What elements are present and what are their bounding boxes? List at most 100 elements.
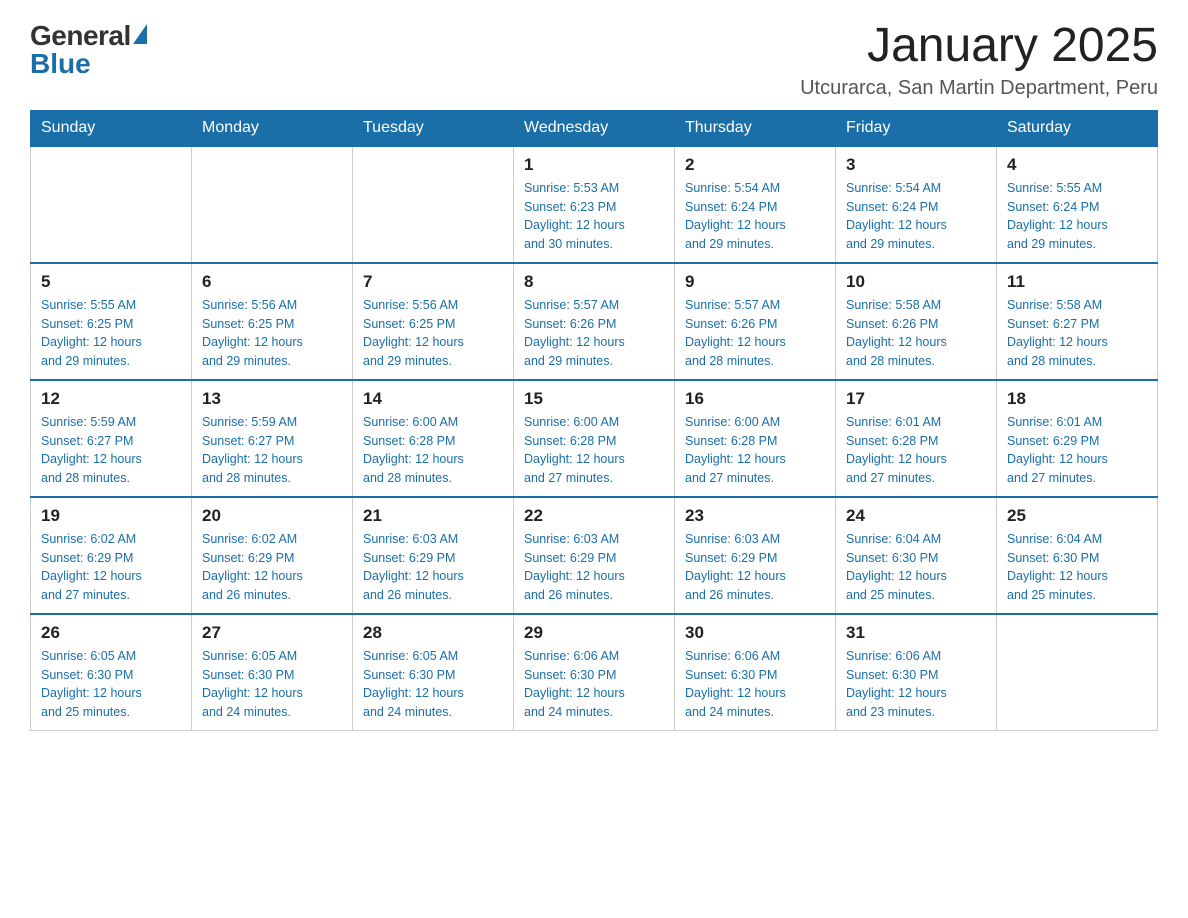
calendar-cell: 28 Sunrise: 6:05 AM Sunset: 6:30 PM Dayli… (353, 614, 514, 731)
day-info: Sunrise: 6:04 AM Sunset: 6:30 PM Dayligh… (846, 530, 986, 605)
title-section: January 2025 Utcurarca, San Martin Depar… (800, 20, 1158, 100)
day-number: 5 (41, 272, 181, 292)
header: General Blue January 2025 Utcurarca, San… (30, 20, 1158, 100)
logo-blue-text: Blue (30, 48, 91, 80)
calendar-week-5: 26 Sunrise: 6:05 AM Sunset: 6:30 PM Dayli… (31, 614, 1158, 731)
calendar-cell: 2 Sunrise: 5:54 AM Sunset: 6:24 PM Daylig… (675, 146, 836, 263)
day-info: Sunrise: 6:00 AM Sunset: 6:28 PM Dayligh… (363, 413, 503, 488)
calendar-cell: 15Sunrise: 6:00 AM Sunset: 6:28 PM Dayli… (514, 380, 675, 497)
day-number: 19 (41, 506, 181, 526)
calendar-cell: 10 Sunrise: 5:58 AM Sunset: 6:26 PM Dayli… (836, 263, 997, 380)
day-number: 13 (202, 389, 342, 409)
calendar-cell (31, 146, 192, 263)
day-number: 2 (685, 155, 825, 175)
calendar-cell (997, 614, 1158, 731)
day-header-tuesday: Tuesday (353, 110, 514, 146)
calendar-week-4: 19 Sunrise: 6:02 AM Sunset: 6:29 PM Dayli… (31, 497, 1158, 614)
calendar-cell: 27 Sunrise: 6:05 AM Sunset: 6:30 PM Dayli… (192, 614, 353, 731)
calendar-cell: 8 Sunrise: 5:57 AM Sunset: 6:26 PM Daylig… (514, 263, 675, 380)
day-number: 1 (524, 155, 664, 175)
day-info: Sunrise: 6:04 AM Sunset: 6:30 PM Dayligh… (1007, 530, 1147, 605)
calendar-cell: 4 Sunrise: 5:55 AM Sunset: 6:24 PM Daylig… (997, 146, 1158, 263)
day-number: 12 (41, 389, 181, 409)
day-number: 9 (685, 272, 825, 292)
day-number: 21 (363, 506, 503, 526)
calendar-cell: 13 Sunrise: 5:59 AM Sunset: 6:27 PM Dayli… (192, 380, 353, 497)
calendar-cell: 16 Sunrise: 6:00 AM Sunset: 6:28 PM Dayli… (675, 380, 836, 497)
calendar-title: January 2025 (800, 20, 1158, 73)
day-number: 24 (846, 506, 986, 526)
day-number: 28 (363, 623, 503, 643)
day-number: 25 (1007, 506, 1147, 526)
day-number: 7 (363, 272, 503, 292)
day-info: Sunrise: 6:05 AM Sunset: 6:30 PM Dayligh… (202, 647, 342, 722)
calendar-cell: 9 Sunrise: 5:57 AM Sunset: 6:26 PM Daylig… (675, 263, 836, 380)
day-number: 29 (524, 623, 664, 643)
day-info: Sunrise: 6:03 AM Sunset: 6:29 PM Dayligh… (363, 530, 503, 605)
day-info: Sunrise: 5:54 AM Sunset: 6:24 PM Dayligh… (685, 179, 825, 254)
calendar-cell: 14 Sunrise: 6:00 AM Sunset: 6:28 PM Dayli… (353, 380, 514, 497)
day-info: Sunrise: 5:59 AM Sunset: 6:27 PM Dayligh… (202, 413, 342, 488)
day-info: Sunrise: 6:06 AM Sunset: 6:30 PM Dayligh… (524, 647, 664, 722)
calendar-week-3: 12 Sunrise: 5:59 AM Sunset: 6:27 PM Dayli… (31, 380, 1158, 497)
day-info: Sunrise: 5:56 AM Sunset: 6:25 PM Dayligh… (202, 296, 342, 371)
day-number: 20 (202, 506, 342, 526)
logo: General Blue (30, 20, 147, 80)
day-number: 30 (685, 623, 825, 643)
day-info: Sunrise: 6:05 AM Sunset: 6:30 PM Dayligh… (363, 647, 503, 722)
day-number: 14 (363, 389, 503, 409)
calendar-cell: 31 Sunrise: 6:06 AM Sunset: 6:30 PM Dayli… (836, 614, 997, 731)
days-of-week-row: SundayMondayTuesdayWednesdayThursdayFrid… (31, 110, 1158, 146)
day-number: 26 (41, 623, 181, 643)
calendar-cell: 20 Sunrise: 6:02 AM Sunset: 6:29 PM Dayli… (192, 497, 353, 614)
logo-triangle-icon (133, 24, 147, 44)
day-info: Sunrise: 6:02 AM Sunset: 6:29 PM Dayligh… (41, 530, 181, 605)
day-number: 3 (846, 155, 986, 175)
calendar-subtitle: Utcurarca, San Martin Department, Peru (800, 77, 1158, 100)
day-header-sunday: Sunday (31, 110, 192, 146)
calendar-cell: 24 Sunrise: 6:04 AM Sunset: 6:30 PM Dayli… (836, 497, 997, 614)
day-number: 16 (685, 389, 825, 409)
calendar-cell: 12 Sunrise: 5:59 AM Sunset: 6:27 PM Dayli… (31, 380, 192, 497)
day-number: 8 (524, 272, 664, 292)
calendar-cell: 11Sunrise: 5:58 AM Sunset: 6:27 PM Dayli… (997, 263, 1158, 380)
day-number: 18 (1007, 389, 1147, 409)
day-header-thursday: Thursday (675, 110, 836, 146)
calendar-body: 1 Sunrise: 5:53 AM Sunset: 6:23 PM Daylig… (31, 146, 1158, 731)
calendar-week-1: 1 Sunrise: 5:53 AM Sunset: 6:23 PM Daylig… (31, 146, 1158, 263)
day-info: Sunrise: 6:03 AM Sunset: 6:29 PM Dayligh… (685, 530, 825, 605)
calendar-table: SundayMondayTuesdayWednesdayThursdayFrid… (30, 110, 1158, 731)
day-number: 17 (846, 389, 986, 409)
calendar-cell: 29 Sunrise: 6:06 AM Sunset: 6:30 PM Dayli… (514, 614, 675, 731)
day-number: 31 (846, 623, 986, 643)
day-info: Sunrise: 5:55 AM Sunset: 6:25 PM Dayligh… (41, 296, 181, 371)
calendar-cell: 19 Sunrise: 6:02 AM Sunset: 6:29 PM Dayli… (31, 497, 192, 614)
day-info: Sunrise: 5:57 AM Sunset: 6:26 PM Dayligh… (685, 296, 825, 371)
day-number: 4 (1007, 155, 1147, 175)
day-info: Sunrise: 5:57 AM Sunset: 6:26 PM Dayligh… (524, 296, 664, 371)
day-header-saturday: Saturday (997, 110, 1158, 146)
day-number: 23 (685, 506, 825, 526)
day-info: Sunrise: 5:55 AM Sunset: 6:24 PM Dayligh… (1007, 179, 1147, 254)
day-info: Sunrise: 6:03 AM Sunset: 6:29 PM Dayligh… (524, 530, 664, 605)
calendar-cell: 26 Sunrise: 6:05 AM Sunset: 6:30 PM Dayli… (31, 614, 192, 731)
day-info: Sunrise: 6:02 AM Sunset: 6:29 PM Dayligh… (202, 530, 342, 605)
day-number: 15 (524, 389, 664, 409)
day-info: Sunrise: 5:53 AM Sunset: 6:23 PM Dayligh… (524, 179, 664, 254)
day-info: Sunrise: 5:58 AM Sunset: 6:26 PM Dayligh… (846, 296, 986, 371)
day-header-wednesday: Wednesday (514, 110, 675, 146)
calendar-cell: 21 Sunrise: 6:03 AM Sunset: 6:29 PM Dayli… (353, 497, 514, 614)
day-info: Sunrise: 5:59 AM Sunset: 6:27 PM Dayligh… (41, 413, 181, 488)
calendar-cell: 30Sunrise: 6:06 AM Sunset: 6:30 PM Dayli… (675, 614, 836, 731)
day-info: Sunrise: 6:05 AM Sunset: 6:30 PM Dayligh… (41, 647, 181, 722)
calendar-cell: 25 Sunrise: 6:04 AM Sunset: 6:30 PM Dayli… (997, 497, 1158, 614)
calendar-cell: 17Sunrise: 6:01 AM Sunset: 6:28 PM Dayli… (836, 380, 997, 497)
calendar-week-2: 5 Sunrise: 5:55 AM Sunset: 6:25 PM Daylig… (31, 263, 1158, 380)
day-info: Sunrise: 6:00 AM Sunset: 6:28 PM Dayligh… (685, 413, 825, 488)
day-number: 10 (846, 272, 986, 292)
day-number: 27 (202, 623, 342, 643)
day-header-friday: Friday (836, 110, 997, 146)
day-info: Sunrise: 5:54 AM Sunset: 6:24 PM Dayligh… (846, 179, 986, 254)
day-info: Sunrise: 6:06 AM Sunset: 6:30 PM Dayligh… (846, 647, 986, 722)
calendar-cell: 1 Sunrise: 5:53 AM Sunset: 6:23 PM Daylig… (514, 146, 675, 263)
